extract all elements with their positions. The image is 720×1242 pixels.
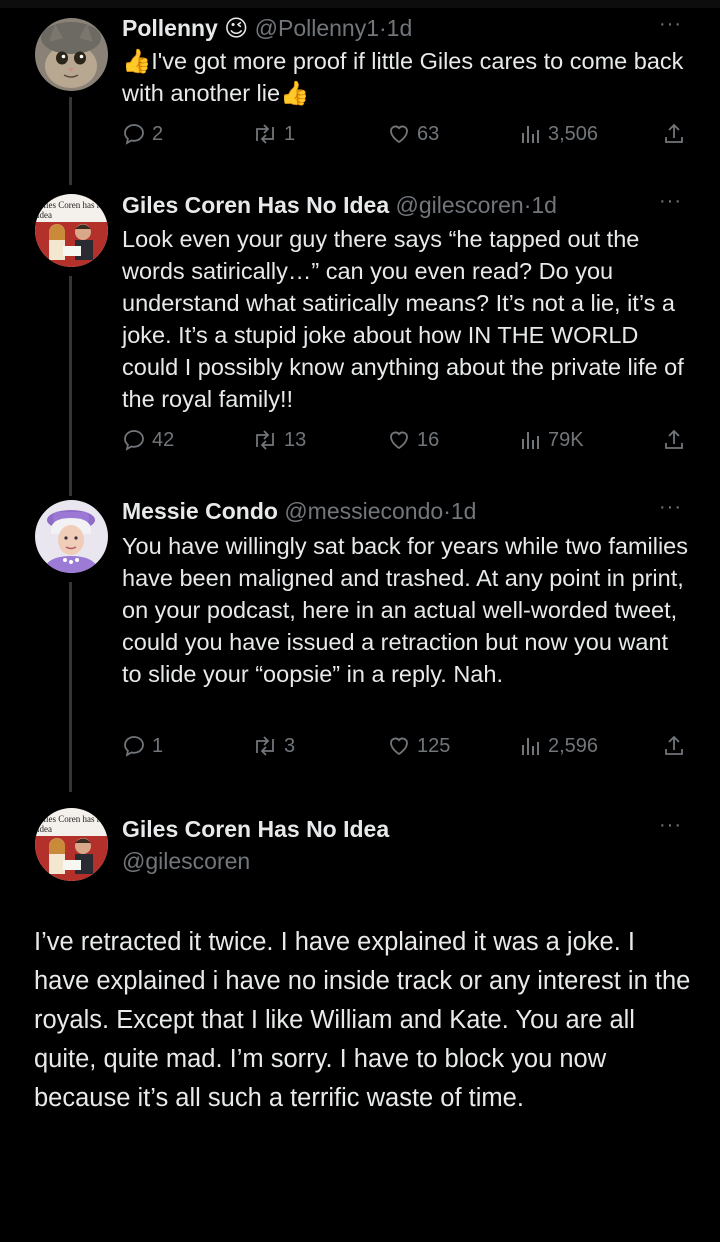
retweet-icon bbox=[256, 430, 274, 450]
retweet-icon bbox=[256, 124, 274, 144]
views-icon bbox=[522, 432, 539, 449]
tweet-text: 👍I've got more proof if little Giles car… bbox=[122, 48, 684, 106]
reply-count: 2 bbox=[152, 122, 164, 145]
tweet-text: You have willingly sat back for years wh… bbox=[122, 533, 688, 687]
more-icon[interactable]: ··· bbox=[659, 496, 682, 519]
timestamp[interactable]: 1d bbox=[531, 192, 557, 218]
wink-emoji-icon: 😉 bbox=[224, 15, 249, 41]
handle[interactable]: @Pollenny1 bbox=[255, 15, 379, 41]
avatar[interactable]: Giles Coren has no idea bbox=[35, 194, 108, 267]
view-count: 79K bbox=[548, 428, 584, 451]
action-bar: 1 3 125 2,596 bbox=[122, 734, 688, 764]
view-count: 2,596 bbox=[548, 734, 599, 757]
like-count: 125 bbox=[417, 734, 451, 757]
retweet-count: 1 bbox=[284, 122, 296, 145]
handle[interactable]: @messiecondo bbox=[284, 498, 443, 524]
share-button[interactable] bbox=[662, 428, 686, 452]
retweet-count: 13 bbox=[284, 428, 307, 451]
share-button[interactable] bbox=[662, 734, 686, 758]
retweet-button[interactable]: 1 bbox=[252, 122, 295, 146]
tweet-text: Look even your guy there says “he tapped… bbox=[122, 226, 684, 412]
cat-avatar-icon bbox=[35, 18, 108, 91]
separator: · bbox=[443, 498, 451, 524]
like-button[interactable]: 16 bbox=[387, 428, 439, 452]
heart-icon bbox=[390, 125, 408, 144]
reply-icon bbox=[124, 430, 144, 451]
retweet-count: 3 bbox=[284, 734, 296, 757]
tweet-header: Messie Condo @messiecondo·1d bbox=[122, 496, 476, 526]
views-button[interactable]: 2,596 bbox=[518, 734, 598, 758]
reply-button[interactable]: 42 bbox=[122, 428, 174, 452]
action-bar: 2 1 63 3,506 bbox=[122, 122, 688, 152]
reply-button[interactable]: 2 bbox=[122, 122, 163, 146]
share-icon bbox=[665, 123, 683, 143]
reply-button[interactable]: 1 bbox=[122, 734, 163, 758]
share-icon bbox=[665, 429, 683, 449]
timestamp[interactable]: 1d bbox=[451, 498, 477, 524]
reply-count: 42 bbox=[152, 428, 175, 451]
view-count: 3,506 bbox=[548, 122, 599, 145]
tweet-header: Giles Coren Has No Idea @gilescoren·1d bbox=[122, 190, 557, 220]
more-icon[interactable]: ··· bbox=[659, 814, 682, 837]
heart-icon bbox=[390, 431, 408, 450]
reply-count: 1 bbox=[152, 734, 164, 757]
views-button[interactable]: 79K bbox=[518, 428, 584, 452]
action-bar: 42 13 16 79K bbox=[122, 428, 688, 458]
share-icon bbox=[665, 735, 683, 755]
display-name[interactable]: Pollenny bbox=[122, 15, 218, 41]
retweet-button[interactable]: 3 bbox=[252, 734, 295, 758]
avatar[interactable]: Giles Coren has no idea bbox=[35, 808, 108, 881]
display-name[interactable]: Giles Coren Has No Idea bbox=[122, 192, 389, 218]
tweet-text: I’ve retracted it twice. I have explaine… bbox=[34, 928, 691, 1112]
reply-icon bbox=[124, 124, 144, 145]
thread-line bbox=[69, 97, 72, 185]
display-name[interactable]: Giles Coren Has No Idea bbox=[122, 814, 389, 844]
avatar-caption: Giles Coren has no idea bbox=[37, 200, 106, 220]
avatar[interactable] bbox=[35, 18, 108, 91]
handle[interactable]: @gilescoren bbox=[122, 846, 389, 876]
views-icon bbox=[522, 126, 539, 143]
more-icon[interactable]: ··· bbox=[659, 13, 682, 36]
retweet-button[interactable]: 13 bbox=[252, 428, 306, 452]
avatar-caption: Giles Coren has no idea bbox=[37, 814, 106, 834]
display-name[interactable]: Messie Condo bbox=[122, 498, 278, 524]
handle[interactable]: @gilescoren bbox=[396, 192, 524, 218]
separator: · bbox=[379, 15, 387, 41]
more-icon[interactable]: ··· bbox=[659, 190, 682, 213]
views-button[interactable]: 3,506 bbox=[518, 122, 598, 146]
like-button[interactable]: 63 bbox=[387, 122, 439, 146]
queen-avatar-icon bbox=[35, 500, 108, 573]
heart-icon bbox=[390, 737, 408, 756]
status-strip bbox=[0, 0, 720, 8]
like-button[interactable]: 125 bbox=[387, 734, 450, 758]
retweet-icon bbox=[256, 736, 274, 756]
views-icon bbox=[522, 738, 539, 755]
avatar[interactable] bbox=[35, 500, 108, 573]
thread-line bbox=[69, 276, 72, 496]
reply-icon bbox=[124, 736, 144, 757]
share-button[interactable] bbox=[662, 122, 686, 146]
tweet-header: Giles Coren Has No Idea @gilescoren bbox=[122, 814, 389, 876]
timestamp[interactable]: 1d bbox=[387, 15, 413, 41]
tweet-header: Pollenny 😉 @Pollenny1·1d bbox=[122, 13, 412, 43]
like-count: 63 bbox=[417, 122, 440, 145]
like-count: 16 bbox=[417, 428, 440, 451]
thread-line bbox=[69, 582, 72, 792]
